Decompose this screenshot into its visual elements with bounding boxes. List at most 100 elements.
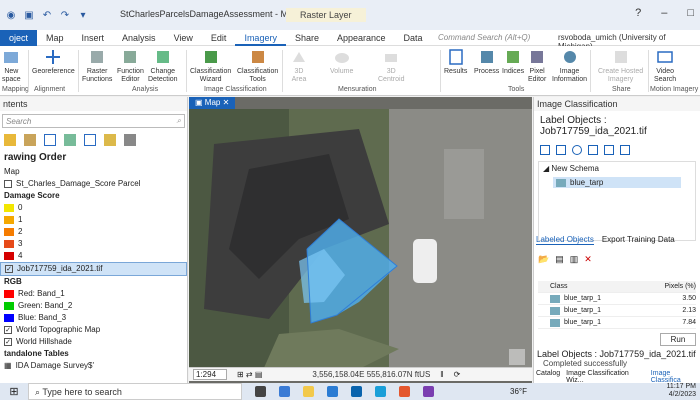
drawing-order-icon[interactable] bbox=[4, 134, 16, 146]
video-search-icon bbox=[657, 51, 673, 63]
basemap-item[interactable]: ✓ World Topographic Map bbox=[0, 324, 187, 336]
windows-start-icon[interactable]: ⊞ bbox=[0, 385, 28, 398]
polygon-tool-icon[interactable] bbox=[556, 145, 566, 155]
system-clock[interactable]: 11:17 PM 4/2/2023 bbox=[667, 383, 696, 399]
taskbar-search[interactable]: ⌕ Type here to search bbox=[28, 383, 242, 400]
basemap-checkbox[interactable]: ✓ bbox=[4, 326, 12, 334]
table-row[interactable]: blue_tarp_1 7.84 bbox=[538, 317, 696, 329]
raster-layer-checkbox[interactable]: ✓ bbox=[5, 265, 13, 273]
image-information-button[interactable]: Image Information bbox=[552, 48, 587, 84]
video-search-button[interactable]: Video Search bbox=[654, 48, 676, 84]
map-tab[interactable]: ▣ Map ✕ bbox=[189, 97, 236, 109]
tab-project[interactable]: oject bbox=[0, 29, 38, 46]
tab-catalog[interactable]: Catalog bbox=[536, 370, 560, 384]
file-explorer-icon[interactable] bbox=[303, 386, 314, 397]
snapping-icon[interactable] bbox=[84, 134, 96, 146]
map-canvas[interactable] bbox=[189, 109, 532, 379]
table-row[interactable]: blue_tarp_1 3.50 bbox=[538, 293, 696, 305]
tab-view[interactable]: View bbox=[165, 30, 202, 46]
function-editor-button[interactable]: Function Editor bbox=[117, 48, 144, 84]
tab-share[interactable]: Share bbox=[286, 30, 328, 46]
tab-appearance[interactable]: Appearance bbox=[328, 30, 395, 46]
tab-ic-wizard[interactable]: Image Classification Wiz... bbox=[566, 370, 645, 384]
editing-icon[interactable] bbox=[64, 134, 76, 146]
data-source-icon[interactable] bbox=[24, 134, 36, 146]
parcel-layer-checkbox[interactable] bbox=[4, 180, 12, 188]
labeling-icon[interactable] bbox=[104, 134, 116, 146]
arcgis-icon[interactable] bbox=[375, 386, 386, 397]
edge-icon[interactable] bbox=[279, 386, 290, 397]
basemap-checkbox[interactable]: ✓ bbox=[4, 338, 12, 346]
function-editor-icon bbox=[124, 51, 137, 63]
raster-functions-button[interactable]: Raster Functions bbox=[82, 48, 112, 84]
save-as-icon[interactable]: ▥ bbox=[570, 254, 579, 265]
georeference-button[interactable]: Georeference bbox=[32, 48, 75, 76]
classification-tools-button[interactable]: Classification Tools bbox=[237, 48, 278, 84]
selection-icon[interactable] bbox=[44, 134, 56, 146]
change-detection-button[interactable]: Change Detection bbox=[148, 48, 178, 84]
mail-icon[interactable] bbox=[351, 386, 362, 397]
volume-button[interactable]: Volume bbox=[330, 48, 353, 76]
save-icon[interactable]: ▣ bbox=[22, 8, 36, 22]
results-button[interactable]: Results bbox=[444, 48, 467, 76]
run-button[interactable]: Run bbox=[660, 333, 696, 346]
rectangle-tool-icon[interactable] bbox=[540, 145, 550, 155]
minimize-button[interactable]: – bbox=[661, 7, 667, 19]
select-segment-icon[interactable] bbox=[604, 145, 614, 155]
circle-tool-icon[interactable] bbox=[572, 145, 582, 155]
classification-wizard-button[interactable]: Classification Wizard bbox=[190, 48, 231, 84]
pause-icon[interactable]: ‖ bbox=[440, 370, 443, 379]
command-search[interactable]: Command Search (Alt+Q) bbox=[438, 33, 530, 42]
scale-input[interactable]: 1:294 bbox=[193, 369, 227, 380]
swatch-icon bbox=[4, 290, 14, 298]
freehand-tool-icon[interactable] bbox=[588, 145, 598, 155]
schema-root[interactable]: ◢ New Schema bbox=[539, 162, 695, 175]
undo-icon[interactable]: ↶ bbox=[40, 8, 54, 22]
task-view-icon[interactable] bbox=[255, 386, 266, 397]
map-icon: ▣ bbox=[195, 98, 203, 107]
basemap-item[interactable]: ✓ World Hillshade bbox=[0, 336, 187, 348]
map-overlay-icon[interactable] bbox=[509, 349, 525, 365]
app-icon[interactable] bbox=[423, 386, 434, 397]
process-button[interactable]: Process bbox=[474, 48, 499, 76]
tab-imagery[interactable]: Imagery bbox=[235, 30, 286, 46]
redo-icon[interactable]: ↷ bbox=[58, 8, 72, 22]
create-hosted-imagery-button[interactable]: Create Hosted Imagery bbox=[598, 48, 643, 84]
word-icon[interactable] bbox=[327, 386, 338, 397]
help-button[interactable]: ? bbox=[635, 7, 641, 19]
pixel-editor-button[interactable]: Pixel Editor bbox=[528, 48, 546, 84]
map-node[interactable]: Map bbox=[0, 166, 187, 178]
contents-search-input[interactable]: Search ⌕ bbox=[2, 114, 185, 128]
refresh-icon[interactable]: ⟳ bbox=[454, 370, 461, 379]
create-hosted-imagery-label: Create Hosted Imagery bbox=[598, 68, 644, 83]
indices-button[interactable]: Indices bbox=[502, 48, 524, 76]
context-tab-raster-layer[interactable]: Raster Layer bbox=[286, 8, 366, 22]
3d-centroid-button[interactable]: 3D Centroid bbox=[378, 48, 404, 84]
3d-area-button[interactable]: 3D Area bbox=[290, 48, 308, 84]
tab-image-classification[interactable]: Image Classifica bbox=[651, 370, 700, 384]
charts-icon[interactable] bbox=[124, 134, 136, 146]
tab-export-training-data[interactable]: Export Training Data bbox=[602, 235, 675, 245]
label-image-icon[interactable] bbox=[620, 145, 630, 155]
save-icon[interactable]: ▤ bbox=[555, 254, 564, 265]
customize-icon[interactable]: ▾ bbox=[76, 8, 90, 22]
table-row[interactable]: blue_tarp_1 2.13 bbox=[538, 305, 696, 317]
class-blue-tarp[interactable]: blue_tarp bbox=[553, 177, 681, 188]
map-view[interactable]: ▣ Map ✕ bbox=[189, 97, 532, 383]
tab-edit[interactable]: Edit bbox=[202, 30, 236, 46]
new-workspace-button[interactable]: New space bbox=[2, 48, 21, 84]
tab-labeled-objects[interactable]: Labeled Objects bbox=[536, 235, 594, 245]
open-folder-icon[interactable]: 📂 bbox=[538, 254, 549, 265]
tab-insert[interactable]: Insert bbox=[73, 30, 114, 46]
raster-layer-item[interactable]: ✓ Job717759_ida_2021.tif bbox=[0, 262, 187, 276]
tab-map[interactable]: Map bbox=[37, 30, 73, 46]
delete-icon[interactable]: ✕ bbox=[584, 254, 592, 265]
map-tools-icon[interactable]: ⊞ ⇄ ▤ bbox=[237, 370, 262, 379]
table-item[interactable]: ▦ IDA Damage Survey$' bbox=[0, 360, 187, 372]
tab-analysis[interactable]: Analysis bbox=[113, 30, 165, 46]
results-label: Results bbox=[444, 68, 468, 75]
tab-data[interactable]: Data bbox=[395, 30, 432, 46]
app-icon[interactable] bbox=[399, 386, 410, 397]
parcel-layer[interactable]: St_Charles_Damage_Score Parcel bbox=[0, 178, 187, 190]
maximize-button[interactable]: □ bbox=[687, 7, 694, 19]
